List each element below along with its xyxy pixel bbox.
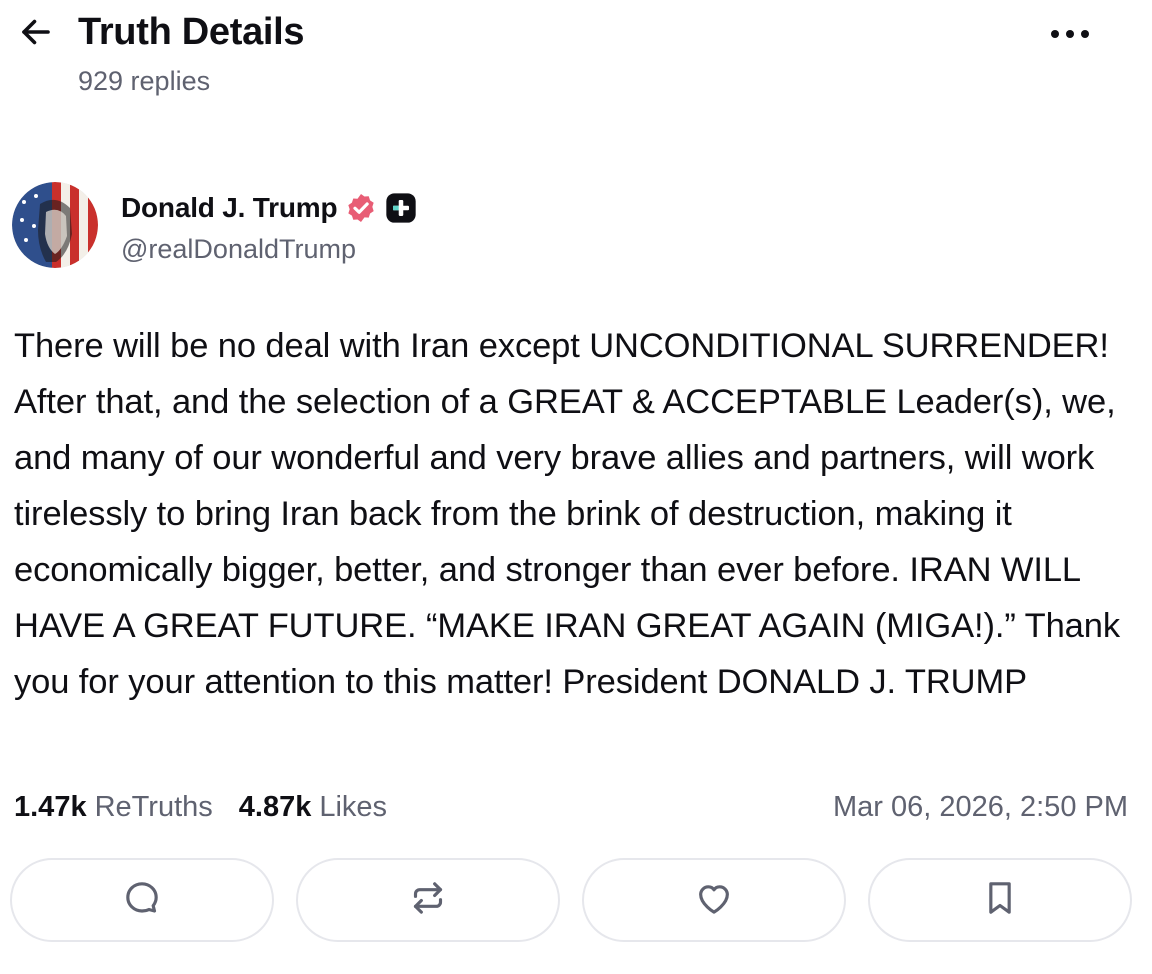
post-stats: 1.47k ReTruths 4.87k Likes Mar 06, 2026,… (14, 782, 1128, 832)
like-heart-icon (694, 878, 734, 923)
author-name[interactable]: Donald J. Trump (121, 192, 338, 224)
back-button[interactable] (14, 12, 58, 56)
more-options-button[interactable] (1040, 14, 1100, 58)
retruth-icon (408, 878, 448, 923)
avatar[interactable] (12, 182, 98, 268)
retruths-stat[interactable]: 1.47k ReTruths (14, 791, 213, 824)
post-actions (10, 858, 1132, 946)
likes-stat[interactable]: 4.87k Likes (239, 791, 387, 824)
retruth-button[interactable] (296, 858, 560, 942)
likes-count: 4.87k (238, 790, 312, 823)
reply-button[interactable] (10, 858, 274, 942)
retruths-label: ReTruths (94, 790, 213, 823)
reply-count: 929 replies (78, 66, 211, 96)
arrow-left-icon (18, 14, 54, 55)
verified-badge-icon (345, 192, 377, 224)
post-author: Donald J. Trump @realDonaldTrump (12, 182, 912, 272)
author-handle[interactable]: @realDonaldTrump (121, 234, 356, 265)
post-text: There will be no deal with Iran except U… (14, 327, 1120, 701)
post-timestamp: Mar 06, 2026, 2:50 PM (833, 790, 1128, 823)
more-horizontal-icon (1050, 27, 1090, 45)
bookmark-icon (980, 878, 1020, 923)
author-name-line: Donald J. Trump (121, 186, 417, 230)
page-header: Truth Details 929 replies (0, 0, 1152, 110)
retruths-count: 1.47k (14, 790, 87, 823)
plus-badge-icon (385, 192, 417, 224)
likes-label: Likes (319, 790, 388, 823)
bookmark-button[interactable] (868, 858, 1132, 942)
like-button[interactable] (582, 858, 846, 942)
reply-icon (122, 878, 162, 923)
page-title: Truth Details (78, 11, 305, 53)
